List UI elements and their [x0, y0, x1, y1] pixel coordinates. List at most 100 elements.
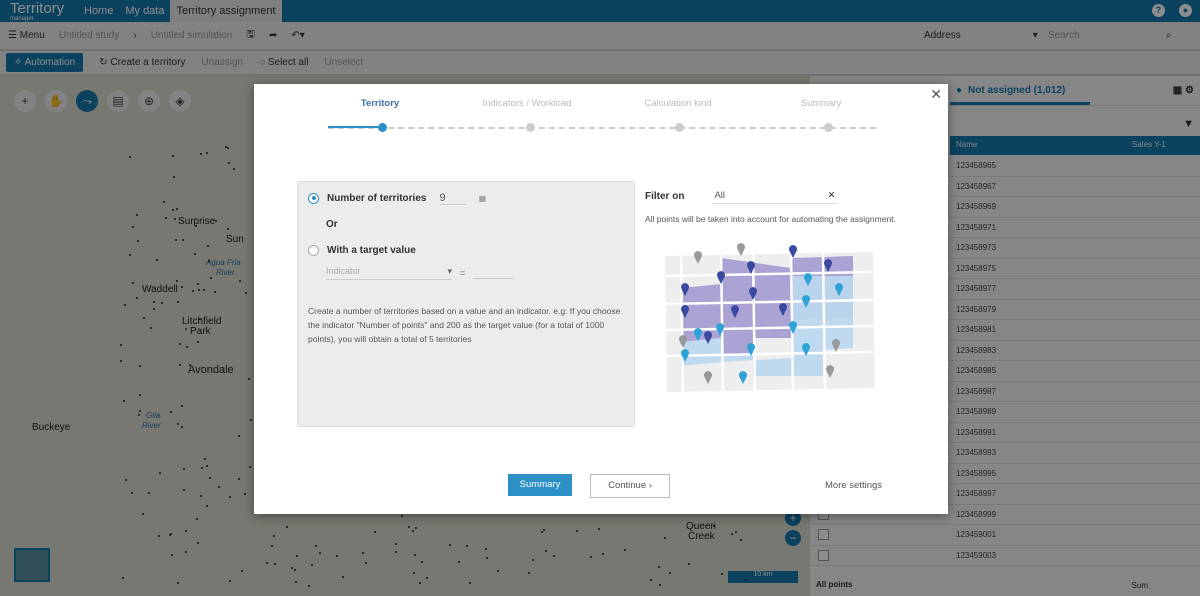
point-marker: [172, 155, 175, 158]
save-icon[interactable]: 🖫: [246, 27, 255, 44]
create-territory-button[interactable]: ↻ Create a territory: [99, 57, 185, 68]
step-territory[interactable]: Territory: [361, 98, 399, 109]
comment-icon[interactable]: ▤: [107, 90, 129, 112]
step-calculation[interactable]: Calculation kind: [644, 98, 711, 109]
close-icon[interactable]: ✕: [930, 86, 942, 103]
point-marker: [413, 571, 416, 574]
filter-icon[interactable]: ▼: [1183, 118, 1194, 130]
summary-button[interactable]: Summary: [508, 474, 572, 496]
map-pin-icon: [737, 243, 745, 256]
stepper-progress: [328, 126, 382, 128]
point-marker: [209, 476, 212, 479]
point-marker: [602, 552, 605, 555]
river-label: Agua Fria: [206, 258, 241, 267]
menu-label: Menu: [19, 30, 45, 41]
list-icon[interactable]: ▦: [479, 194, 487, 203]
select-all-button[interactable]: ◌ Select all: [259, 57, 308, 68]
point-marker: [270, 545, 273, 548]
point-marker: [687, 563, 690, 566]
step-indicators[interactable]: Indicators / Workload: [482, 98, 571, 109]
step-summary[interactable]: Summary: [801, 98, 842, 109]
point-marker: [175, 238, 178, 241]
point-marker: [138, 364, 141, 367]
continue-button[interactable]: Continue ›: [590, 474, 670, 498]
table-row[interactable]: 123459003: [810, 546, 1200, 566]
redo-icon[interactable]: ➦: [269, 30, 277, 41]
point-marker: [208, 259, 210, 262]
zoom-area-icon[interactable]: ⊕: [138, 90, 160, 112]
point-marker: [412, 529, 414, 532]
table-row[interactable]: 123459001: [810, 525, 1200, 546]
help-icon[interactable]: ?: [1152, 4, 1165, 17]
nav-home[interactable]: Home: [78, 0, 119, 22]
search-icon[interactable]: ⌕: [1166, 30, 1172, 41]
logo-text: Territory: [10, 0, 65, 17]
point-marker: [196, 541, 199, 544]
row-name: 123458965: [956, 161, 997, 171]
lasso-icon[interactable]: ⤳: [76, 90, 98, 112]
point-marker: [418, 581, 421, 584]
search-input[interactable]: Search: [1048, 30, 1080, 41]
point-marker: [341, 576, 344, 579]
plus-icon[interactable]: +: [14, 90, 36, 112]
territories-count-input[interactable]: 9: [439, 192, 466, 205]
address-select[interactable]: Address ▾: [924, 30, 1038, 41]
point-marker: [658, 583, 661, 586]
place-label: Avondale: [188, 364, 234, 376]
row-name: 123458967: [956, 181, 997, 191]
point-marker: [311, 563, 314, 566]
automation-button[interactable]: ✧ Automation: [6, 53, 84, 72]
point-marker: [250, 418, 253, 421]
row-checkbox[interactable]: [818, 549, 829, 561]
river-label: River: [216, 268, 235, 277]
row-checkbox[interactable]: [818, 529, 829, 541]
study-name[interactable]: Untitled study: [59, 30, 120, 41]
radio-number-of-territories[interactable]: [308, 192, 319, 204]
point-marker: [248, 378, 251, 381]
row-name: 123458985: [956, 366, 997, 376]
settings-icon[interactable]: ▦ ⚙: [1173, 85, 1194, 96]
nav-territory-assignment[interactable]: Territory assignment: [170, 0, 282, 22]
zoom-out-icon[interactable]: −: [785, 530, 801, 546]
point-marker: [173, 176, 176, 179]
point-marker: [308, 585, 311, 588]
menu-button[interactable]: ☰ Menu: [8, 30, 45, 41]
point-marker: [238, 477, 241, 480]
undo-icon[interactable]: ↶▾: [291, 30, 304, 41]
point-marker: [468, 581, 471, 584]
point-marker: [153, 308, 156, 311]
indicator-select[interactable]: Indicator ▾: [326, 266, 452, 280]
user-icon[interactable]: ●: [1179, 4, 1192, 17]
point-marker: [734, 530, 737, 533]
nav-my-data[interactable]: My data: [119, 0, 170, 22]
column-name[interactable]: Name: [950, 136, 1126, 155]
target-value-input[interactable]: [473, 267, 514, 279]
point-marker: [162, 200, 165, 203]
basemap-toggle[interactable]: [14, 548, 50, 582]
point-marker: [373, 530, 376, 533]
indicator-placeholder: Indicator: [326, 266, 361, 276]
point-marker: [540, 530, 543, 533]
point-marker: [158, 472, 161, 475]
point-marker: [200, 495, 203, 497]
unassign-button[interactable]: Unassign: [201, 57, 243, 68]
more-settings-link[interactable]: More settings: [825, 480, 882, 491]
chevron-right-icon: ›: [133, 30, 137, 41]
filter-input[interactable]: All ✕: [712, 188, 838, 204]
point-marker: [527, 571, 530, 574]
layers-icon[interactable]: ◈: [169, 90, 191, 112]
point-marker: [623, 548, 626, 551]
point-marker: [484, 548, 487, 550]
point-marker: [176, 280, 179, 283]
simulation-name[interactable]: Untitled simulation: [151, 30, 233, 41]
radio-target-value[interactable]: [308, 244, 319, 256]
unselect-button[interactable]: Unselect: [324, 57, 363, 68]
table-header: Name Sales Y-1: [950, 136, 1200, 155]
point-marker: [414, 554, 417, 557]
filter-value: All: [714, 190, 726, 201]
river-label: River: [142, 421, 161, 430]
hand-icon[interactable]: ✋: [45, 90, 67, 112]
clear-icon[interactable]: ✕: [827, 190, 835, 201]
point-marker: [486, 557, 489, 560]
column-sales[interactable]: Sales Y-1: [1126, 136, 1172, 155]
